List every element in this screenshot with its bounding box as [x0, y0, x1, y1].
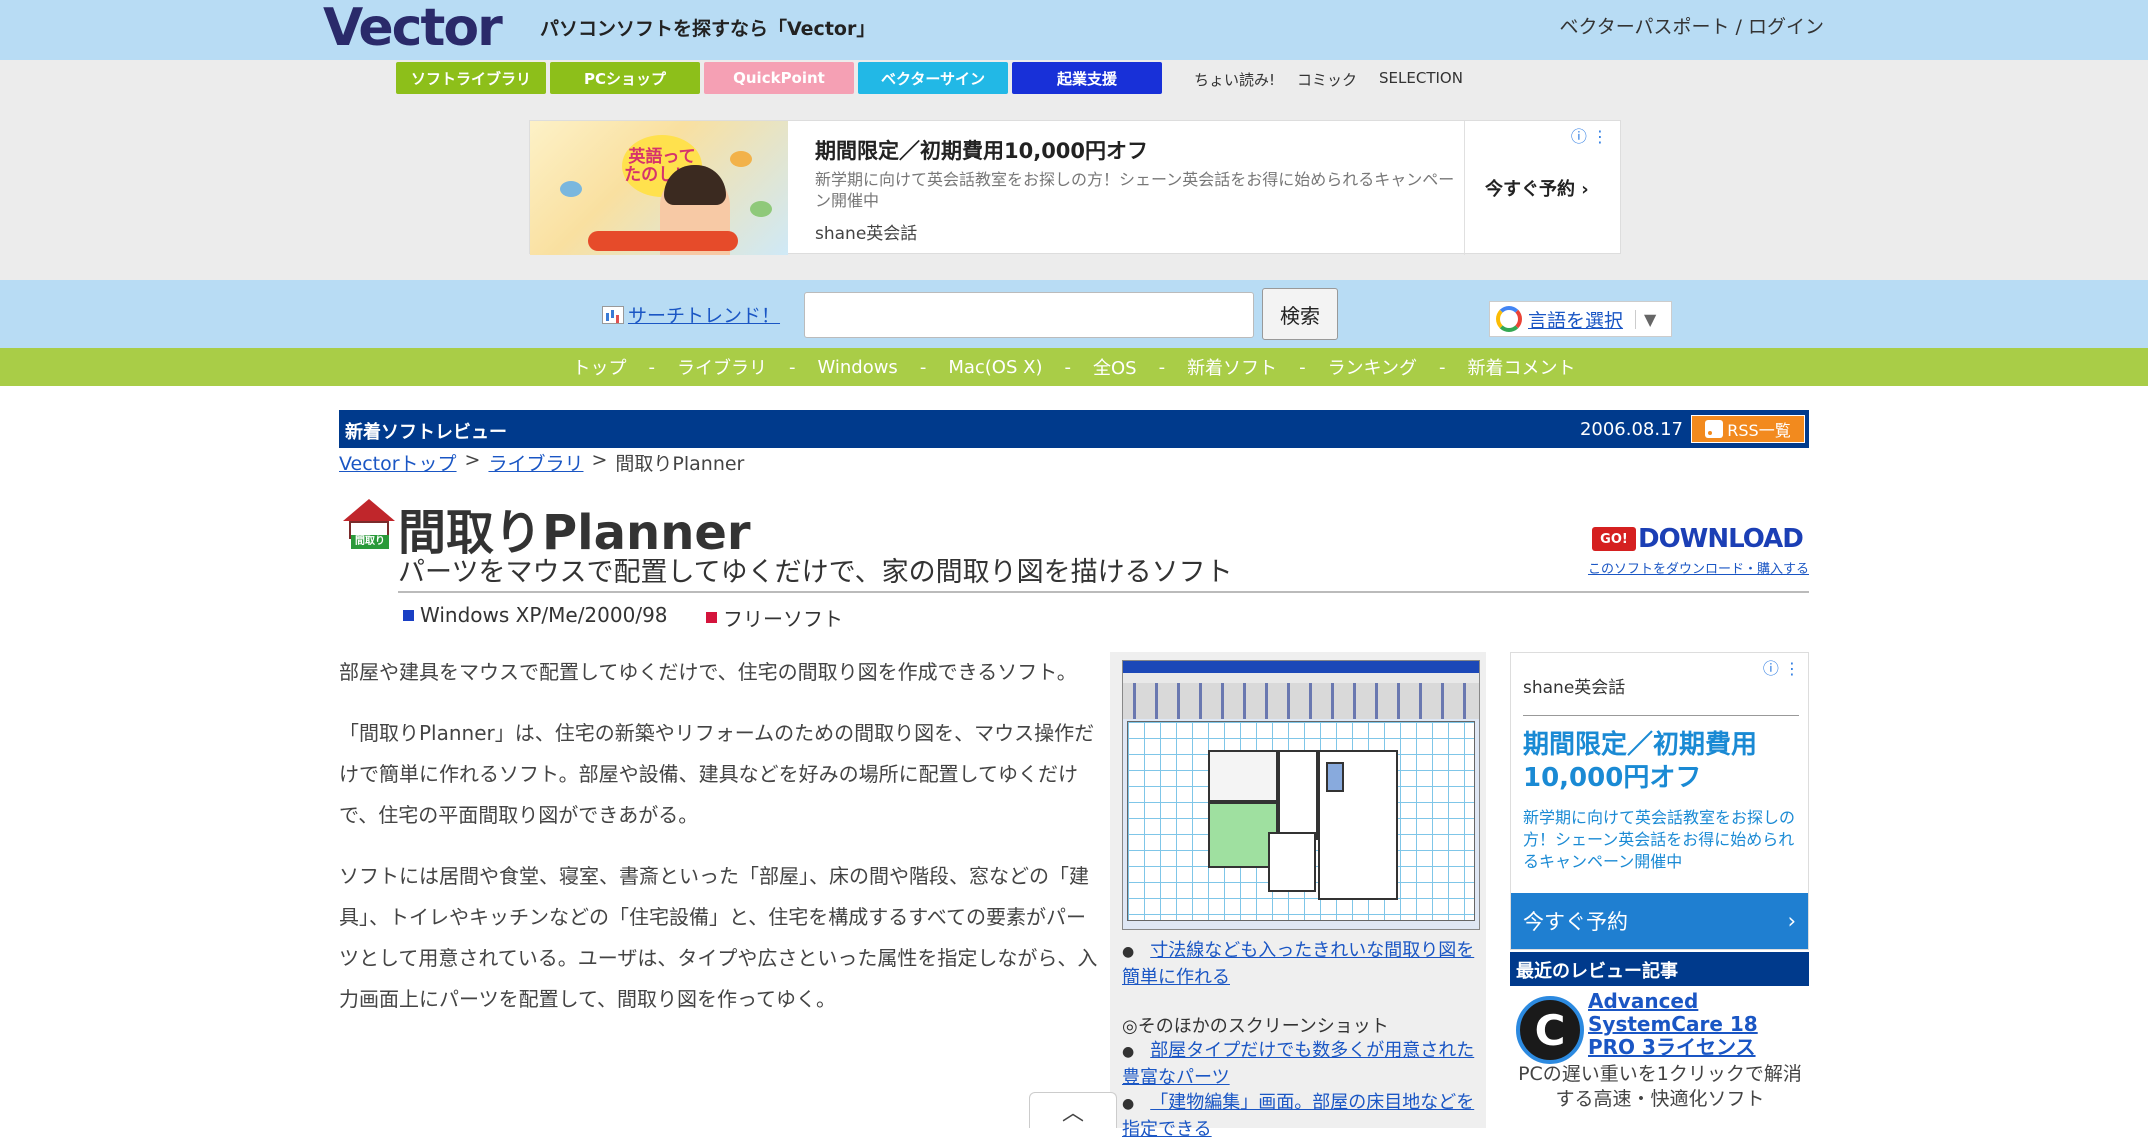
nav-new-software[interactable]: 新着ソフト [1185, 354, 1279, 380]
info-icon[interactable]: ⓘ ⋮ [1763, 655, 1800, 679]
sublink-selection[interactable]: SELECTION [1379, 69, 1463, 90]
sidebar-ad-cta-button[interactable]: 今すぐ予約 › [1511, 893, 1808, 949]
more-screenshots-label: ◎そのほかのスクリーンショット [1122, 1016, 1389, 1037]
breadcrumb-current: 間取りPlanner [615, 453, 745, 475]
review-body: 部屋や建具をマウスで配置してゆくだけで、住宅の間取り図を作成できるソフト。 「間… [339, 652, 1103, 1040]
breadcrumb-separator: > [464, 449, 481, 471]
license-label: フリーソフト [723, 607, 843, 631]
download-go-badge: GO! [1592, 527, 1636, 551]
sidebar-ad-description: 新学期に向けて英会話教室をお探しの方！シェーン英会話をお得に始められるキャンペー… [1523, 808, 1796, 871]
ad-title[interactable]: 期間限定／初期費用10,000円オフ [815, 135, 1148, 165]
recent-reviews-header: 最近のレビュー記事 [1510, 952, 1809, 986]
nav-all-os[interactable]: 全OS [1091, 354, 1139, 380]
house-icon: 間取り [343, 499, 395, 549]
ad-brand: shane英会話 [815, 224, 918, 244]
screenshot-link[interactable]: 「建物編集」画面。部屋の床目地などを指定できる [1122, 1092, 1474, 1140]
recent-review-title-link[interactable]: Advanced SystemCare 18 PRO 3ライセンス [1588, 990, 1808, 1059]
review-header-bar: 新着ソフトレビュー 2006.08.17 RSS一覧 [339, 410, 1809, 448]
ad-description: 新学期に向けて英会話教室をお探しの方！シェーン英会話をお得に始められるキャンペー… [815, 170, 1455, 210]
sublink-choiyomi[interactable]: ちょい読み! [1194, 69, 1275, 90]
search-button[interactable]: 検索 [1262, 288, 1338, 340]
square-icon [403, 609, 414, 621]
google-icon [1496, 306, 1522, 332]
license-info: フリーソフト [706, 603, 843, 632]
chart-icon [602, 305, 624, 324]
breadcrumb-separator: > [591, 449, 608, 471]
top-ad-banner[interactable]: 英語ってたのしい! 期間限定／初期費用10,000円オフ 新学期に向けて英会話教… [529, 120, 1621, 255]
advanced-systemcare-icon[interactable]: C [1516, 996, 1584, 1064]
nav-top[interactable]: トップ [570, 354, 628, 380]
ad-image-animal [750, 201, 772, 217]
breadcrumb-vector-top[interactable]: Vectorトップ [339, 449, 457, 476]
ad-image-price-band [588, 231, 738, 251]
more-screenshots-list: ● 部屋タイプだけでも数多くが用意された豊富なパーツ ● 「建物編集」画面。部屋の床… [1122, 1038, 1482, 1142]
list-item: ● 「建物編集」画面。部屋の床目地などを指定できる [1122, 1092, 1475, 1140]
tab-vector-sign[interactable]: ベクターサイン [858, 62, 1008, 94]
login-link[interactable]: ベクターパスポート / ログイン [1559, 12, 1824, 39]
nav-new-comments[interactable]: 新着コメント [1466, 354, 1578, 380]
category-tabs: ソフトライブラリ PCショップ QuickPoint ベクターサイン 起業支援 [396, 62, 1162, 94]
sidebar-ad-headline[interactable]: 期間限定／初期費用10,000円オフ [1523, 729, 1793, 795]
recent-review-description: PCの遅い重いを1クリックで解消する高速・快適化ソフト [1518, 1063, 1802, 1110]
rss-label: RSS一覧 [1727, 421, 1791, 440]
site-tagline: パソコンソフトを探すなら「Vector」 [540, 18, 876, 40]
platform-info: Windows XP/Me/2000/98 [403, 603, 668, 627]
rss-icon [1705, 420, 1724, 438]
sidebar-ad-brand: shane英会話 [1523, 678, 1626, 698]
site-header: Vector パソコンソフトを探すなら「Vector」 ベクターパスポート / … [0, 0, 2148, 60]
square-icon [706, 612, 717, 623]
ad-image-animal [730, 151, 752, 167]
house-icon-label: 間取り [351, 535, 389, 549]
screenshot-caption-link[interactable]: 寸法線なども入ったきれいな間取り図を簡単に作れる [1122, 940, 1474, 988]
screenshot-image[interactable] [1122, 660, 1480, 930]
search-input[interactable] [804, 292, 1254, 338]
ad-cta-area[interactable]: ⓘ ⋮ 今すぐ予約 › [1464, 121, 1620, 255]
search-trend[interactable]: サーチトレンド！ [602, 301, 780, 328]
breadcrumb: Vectorトップ > ライブラリ > 間取りPlanner [339, 449, 744, 476]
tab-software-library[interactable]: ソフトライブラリ [396, 62, 546, 94]
vector-logo[interactable]: Vector [323, 2, 503, 54]
review-date: 2006.08.17 [1579, 419, 1683, 440]
dropdown-arrow-icon[interactable]: ▼ [1635, 309, 1656, 329]
platform-label: Windows XP/Me/2000/98 [420, 603, 668, 627]
scroll-to-top-button[interactable]: ︿ [1029, 1092, 1117, 1128]
screenshot-link[interactable]: 部屋タイプだけでも数多くが用意された豊富なパーツ [1122, 1040, 1474, 1088]
ad-image-animal [560, 181, 582, 197]
chevron-right-icon: › [1787, 909, 1796, 933]
sublink-comic[interactable]: コミック [1297, 69, 1357, 90]
review-section-label: 新着ソフトレビュー [345, 422, 507, 443]
download-label: DOWNLOAD [1638, 524, 1804, 554]
screenshot-caption: ● 寸法線なども入ったきれいな間取り図を簡単に作れる [1122, 940, 1475, 988]
info-icon[interactable]: ⓘ ⋮ [1571, 123, 1608, 147]
chevron-up-icon: ︿ [1061, 1100, 1084, 1126]
language-select-link[interactable]: 言語を選択 [1528, 306, 1623, 333]
body-paragraph: ソフトには居間や食堂、寝室、書斎といった「部屋」、床の間や階段、窓などの「建具」… [339, 864, 1098, 1011]
search-band: サーチトレンド！ 検索 言語を選択 ▼ [0, 280, 2148, 348]
ad-cta-button[interactable]: 今すぐ予約 › [1485, 175, 1589, 201]
main-nav: トップ - ライブラリ - Windows - Mac(OS X) - 全OS - 新着ソ… [0, 348, 2148, 386]
body-paragraph: 部屋や建具をマウスで配置してゆくだけで、住宅の間取り図を作成できるソフト。 [339, 660, 1077, 684]
sidebar-ad-divider [1523, 715, 1799, 716]
screenshot-column: ● 寸法線なども入ったきれいな間取り図を簡単に作れる ◎そのほかのスクリーンショッ… [1110, 652, 1486, 1140]
nav-windows[interactable]: Windows [815, 357, 899, 378]
body-paragraph: 「間取りPlanner」は、住宅の新築やリフォームのための間取り図を、マウス操作… [339, 721, 1095, 827]
tab-pc-shop[interactable]: PCショップ [550, 62, 700, 94]
nav-library[interactable]: ライブラリ [675, 354, 769, 380]
nav-ranking[interactable]: ランキング [1326, 354, 1419, 380]
nav-mac[interactable]: Mac(OS X) [946, 357, 1044, 378]
rss-list-button[interactable]: RSS一覧 [1691, 415, 1805, 443]
page-subtitle: パーツをマウスで配置してゆくだけで、家の間取り図を描けるソフト [398, 557, 1233, 588]
search-trend-link[interactable]: サーチトレンド！ [628, 301, 780, 328]
tab-quickpoint[interactable]: QuickPoint [704, 62, 854, 94]
language-selector[interactable]: 言語を選択 ▼ [1489, 301, 1672, 337]
breadcrumb-library[interactable]: ライブラリ [488, 449, 583, 476]
download-button[interactable]: GO! DOWNLOAD [1592, 524, 1804, 554]
sub-links: ちょい読み! コミック SELECTION [1194, 69, 1463, 90]
title-divider [398, 591, 1809, 593]
tab-startup-support[interactable]: 起業支援 [1012, 62, 1162, 94]
sidebar-ad[interactable]: ⓘ ⋮ shane英会話 期間限定／初期費用10,000円オフ 新学期に向けて英… [1510, 652, 1809, 950]
list-item: ● 部屋タイプだけでも数多くが用意された豊富なパーツ [1122, 1040, 1475, 1088]
ad-image: 英語ってたのしい! [530, 121, 788, 255]
download-purchase-link[interactable]: このソフトをダウンロード・購入する [1588, 558, 1809, 577]
